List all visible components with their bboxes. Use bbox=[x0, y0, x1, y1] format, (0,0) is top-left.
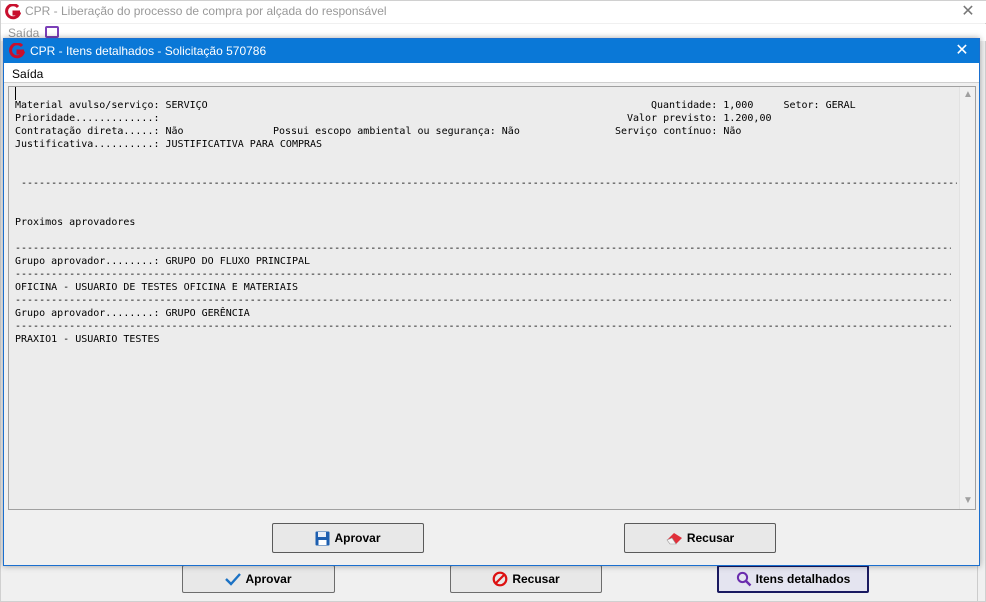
prohibited-icon bbox=[492, 571, 508, 587]
floppy-disk-icon bbox=[315, 531, 330, 546]
approver-group-2: Grupo aprovador........: GRUPO GERÊNCIA bbox=[15, 308, 250, 319]
window-icon[interactable] bbox=[45, 26, 59, 38]
dialog-approve-label: Aprovar bbox=[334, 531, 381, 545]
continuous-service-line: Serviço contínuo: Não bbox=[615, 126, 742, 137]
dialog-menu-saida[interactable]: Saída bbox=[12, 67, 43, 81]
expected-value-line: Valor previsto: 1.200,00 bbox=[627, 113, 772, 124]
magnifier-icon bbox=[736, 571, 752, 587]
detailed-items-dialog: CPR - Itens detalhados - Solicitação 570… bbox=[3, 38, 980, 566]
approver-group-1: Grupo aprovador........: GRUPO DO FLUXO … bbox=[15, 256, 311, 267]
environmental-scope-line: Possui escopo ambiental ou segurança: Nã… bbox=[273, 126, 520, 137]
dialog-refuse-label: Recusar bbox=[686, 531, 735, 545]
background-close-icon[interactable]: ✕ bbox=[957, 2, 979, 22]
direct-contract-line: Contratação direta.....: Não bbox=[15, 126, 184, 137]
scroll-down-icon[interactable]: ▼ bbox=[960, 493, 975, 509]
dialog-approve-button[interactable]: Aprovar bbox=[272, 523, 424, 553]
background-approve-label: Aprovar bbox=[245, 572, 292, 586]
separator: ----------------------------------------… bbox=[15, 321, 951, 332]
separator: ----------------------------------------… bbox=[15, 243, 951, 254]
dialog-title: CPR - Itens detalhados - Solicitação 570… bbox=[30, 44, 267, 58]
dialog-titlebar[interactable]: CPR - Itens detalhados - Solicitação 570… bbox=[4, 39, 979, 63]
material-line: Material avulso/serviço: SERVIÇO bbox=[15, 100, 208, 111]
report-text: Material avulso/serviço: SERVIÇO Quantid… bbox=[15, 99, 957, 437]
dialog-close-icon[interactable]: ✕ bbox=[949, 40, 975, 62]
separator: ----------------------------------------… bbox=[15, 269, 951, 280]
scroll-up-icon[interactable]: ▲ bbox=[960, 87, 975, 103]
app-logo-icon bbox=[5, 3, 22, 20]
dialog-menubar: Saída bbox=[4, 63, 979, 83]
background-refuse-button[interactable]: Recusar bbox=[450, 565, 602, 593]
background-refuse-label: Recusar bbox=[512, 572, 560, 586]
dialog-refuse-button[interactable]: Recusar bbox=[624, 523, 776, 553]
background-approve-button[interactable]: Aprovar bbox=[182, 565, 335, 593]
justification-line: Justificativa..........: JUSTIFICATIVA P… bbox=[15, 139, 323, 150]
vertical-scrollbar[interactable]: ▲ ▼ bbox=[959, 87, 975, 509]
checkmark-icon bbox=[225, 572, 242, 586]
background-titlebar: CPR - Liberação do processo de compra po… bbox=[1, 1, 986, 23]
separator: ----------------------------------------… bbox=[21, 178, 957, 189]
report-text-area[interactable]: Material avulso/serviço: SERVIÇO Quantid… bbox=[8, 86, 976, 510]
detailed-items-button[interactable]: Itens detalhados bbox=[717, 565, 869, 593]
approver-user-1: OFICINA - USUARIO DE TESTES OFICINA E MA… bbox=[15, 282, 298, 293]
priority-line: Prioridade.............: bbox=[15, 113, 160, 124]
background-window-title: CPR - Liberação do processo de compra po… bbox=[25, 4, 387, 18]
separator: ----------------------------------------… bbox=[15, 295, 951, 306]
eraser-icon bbox=[666, 531, 683, 545]
approver-user-2: PRAXIO1 - USUARIO TESTES bbox=[15, 334, 160, 345]
detailed-items-label: Itens detalhados bbox=[755, 572, 851, 586]
next-approvers-title: Proximos aprovadores bbox=[15, 217, 136, 228]
app-logo-icon bbox=[9, 42, 26, 59]
quantity-sector-line: Quantidade: 1,000 Setor: GERAL bbox=[651, 100, 856, 111]
